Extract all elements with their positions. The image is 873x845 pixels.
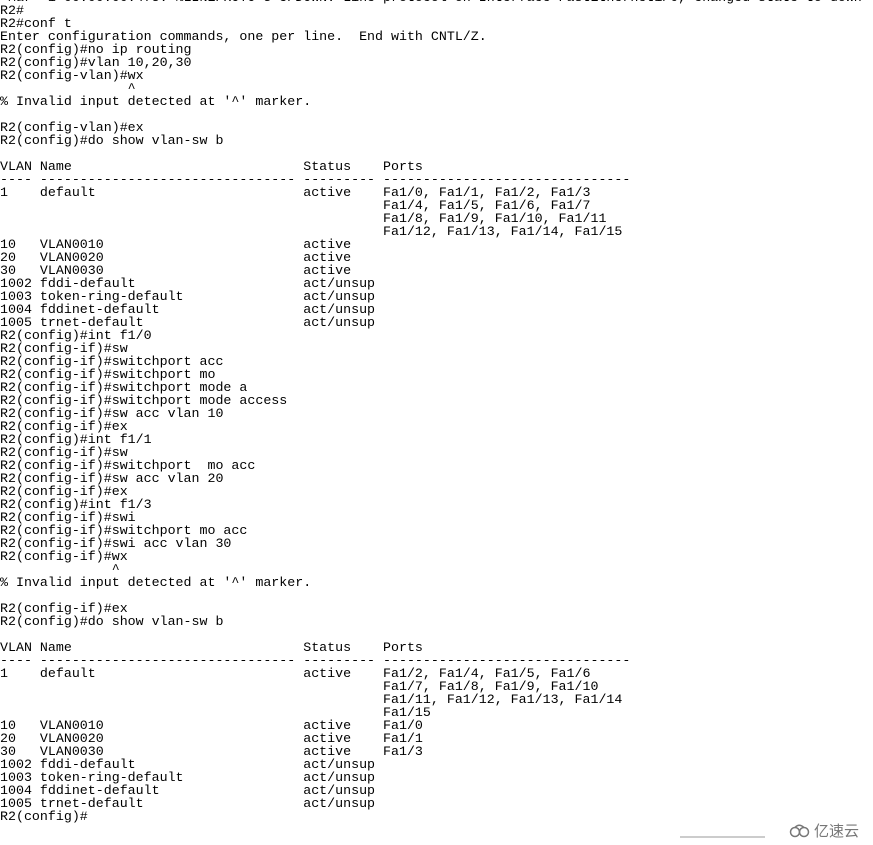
terminal-line: R2(config)#do show vlan-sw b (0, 133, 224, 148)
watermark-text: 亿速云 (813, 822, 859, 840)
terminal-line: R2(config-if)#sw acc vlan 20 (0, 471, 224, 486)
divider (680, 836, 765, 838)
terminal-line: R2# (0, 3, 24, 18)
terminal-line: % Invalid input detected at '^' marker. (0, 575, 312, 590)
cloud-logo-icon (789, 824, 810, 837)
terminal-line: R2(config-if)#sw acc vlan 10 (0, 406, 224, 421)
terminal-line: R2(config)#do show vlan-sw b (0, 614, 224, 629)
terminal-line: R2(config-if)#wx (0, 549, 128, 564)
terminal-line: % Invalid input detected at '^' marker. (0, 94, 312, 109)
terminal-line: R2(config)#int f1/1 (0, 432, 152, 447)
terminal-line: 1005 trnet-default act/unsup (0, 796, 376, 811)
terminal-line: *Mar 1 00:00:00.475: %LINEPROTO-5-UPDOWN… (0, 0, 862, 4)
terminal-line: R2(config)#int f1/0 (0, 328, 152, 343)
terminal-output[interactable]: *Mar 1 00:00:00.475: %LINEPROTO-5-UPDOWN… (0, 0, 862, 823)
terminal-line: R2(config-if)#swi acc vlan 30 (0, 536, 232, 551)
terminal-line: R2(config)# (0, 809, 88, 824)
watermark: 亿速云 (789, 820, 859, 841)
